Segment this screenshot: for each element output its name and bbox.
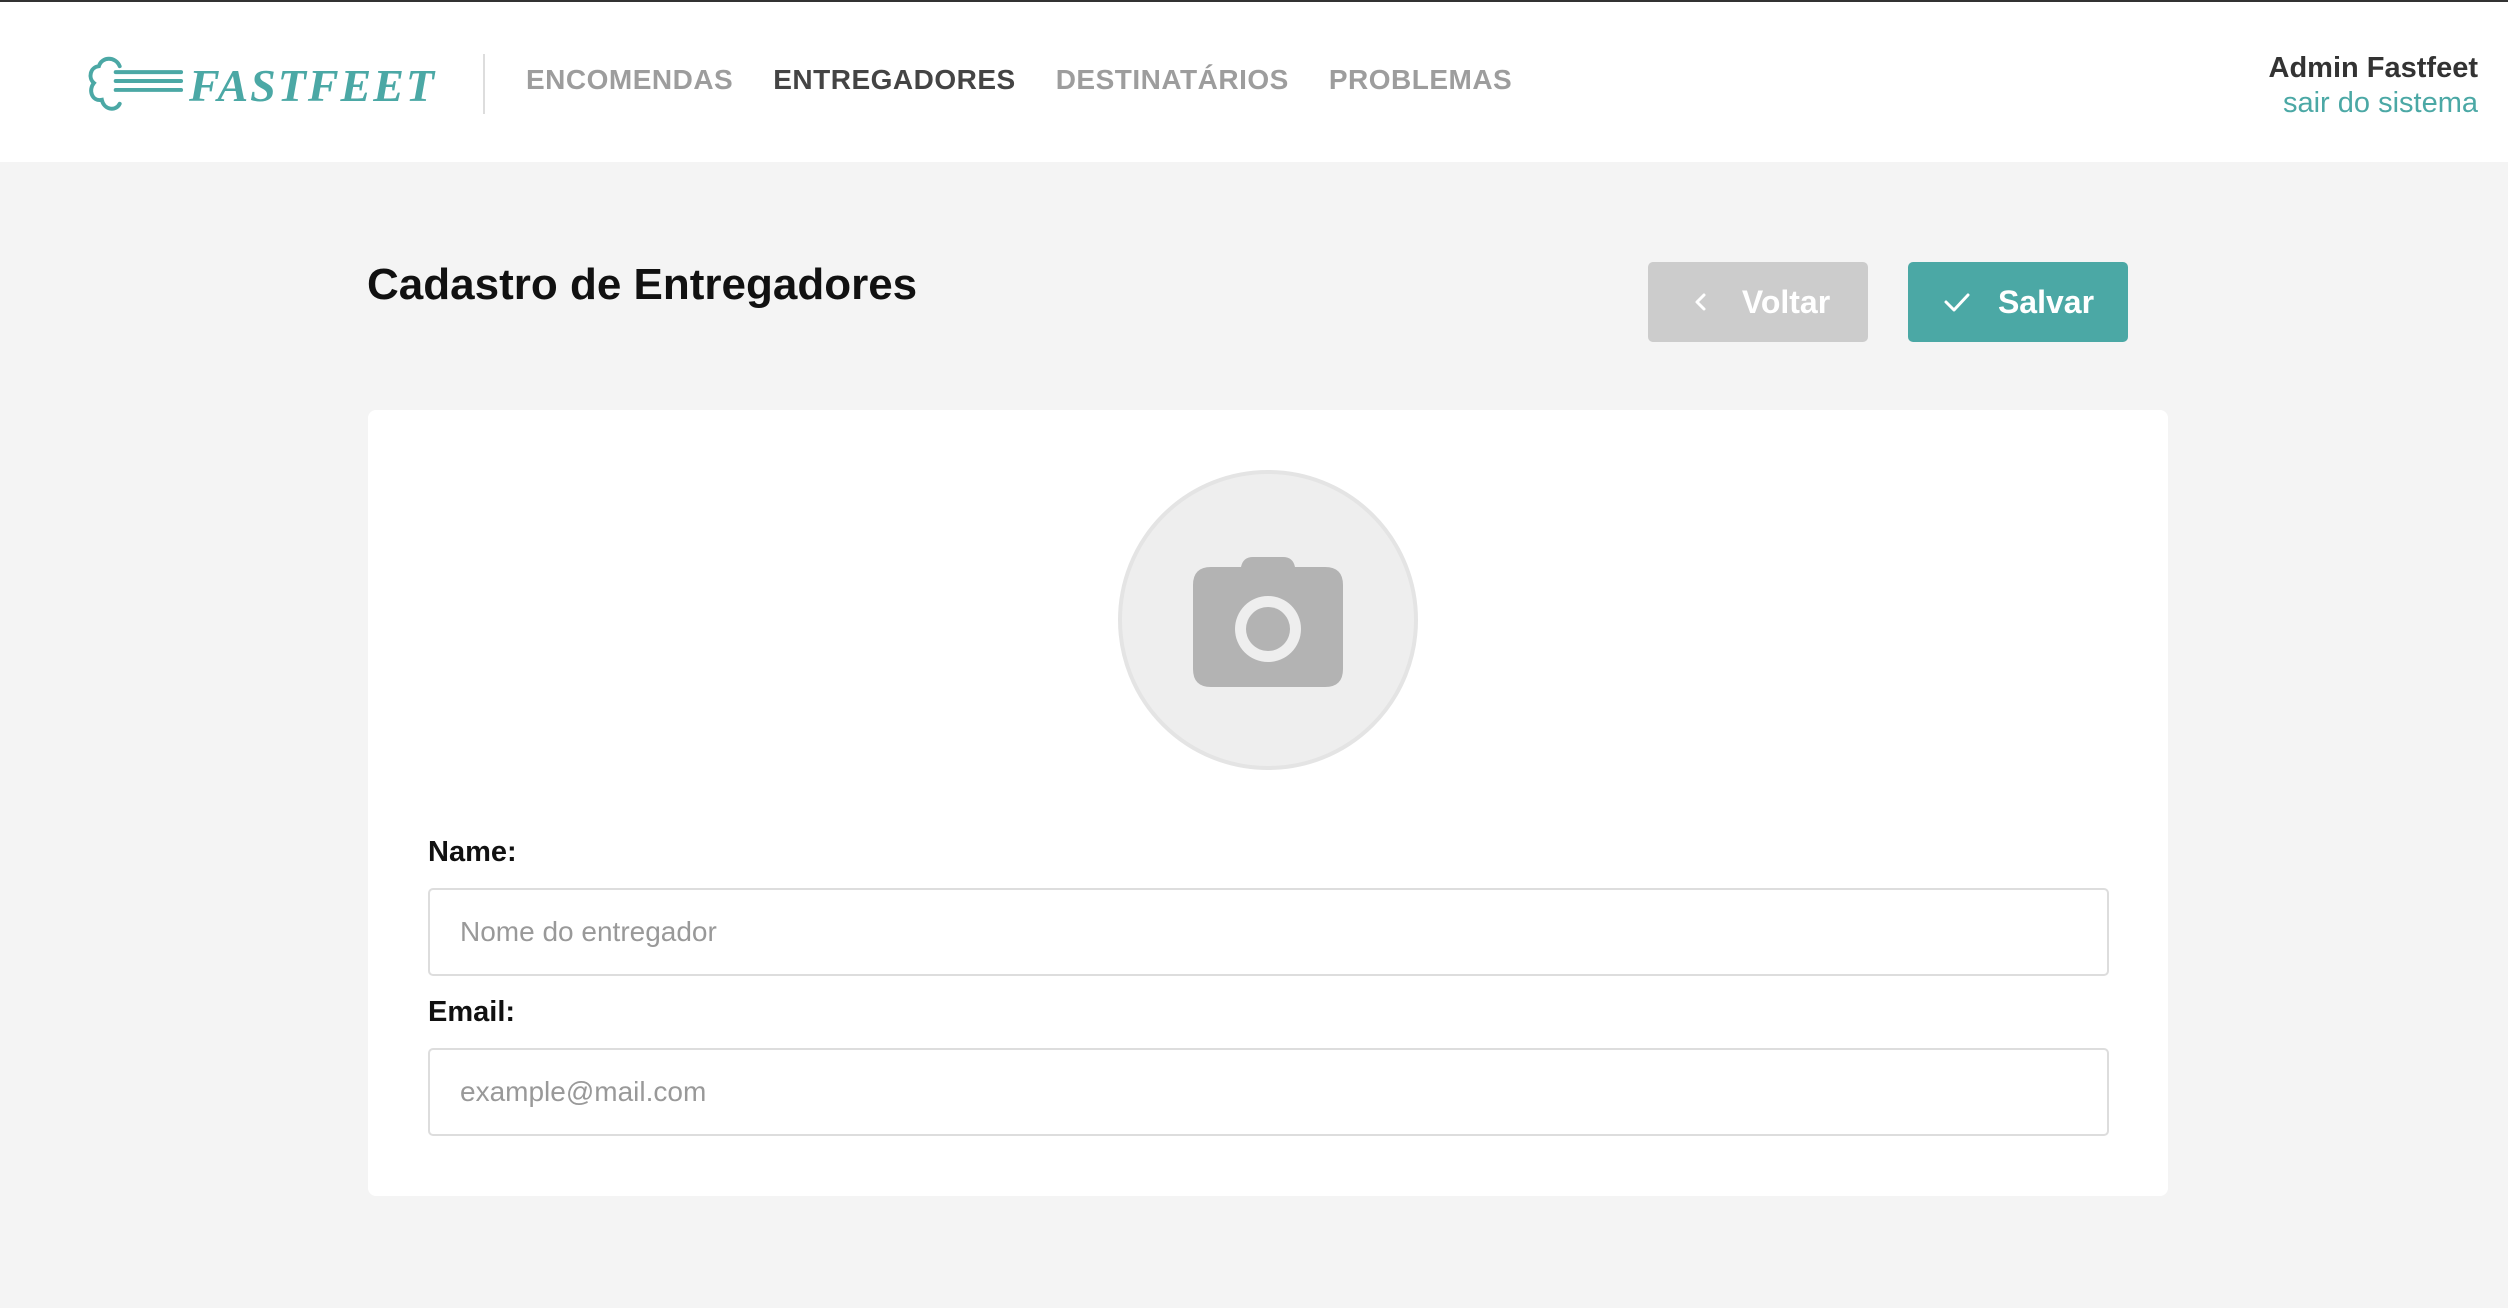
nav-item-encomendas[interactable]: ENCOMENDAS [526,64,733,96]
email-input[interactable] [428,1048,2109,1136]
main-navigation: ENCOMENDAS ENTREGADORES DESTINATÁRIOS PR… [526,64,1512,96]
nav-item-problemas[interactable]: PROBLEMAS [1329,64,1512,96]
name-label: Name: [428,836,517,868]
fastfeet-logo[interactable]: FASTFEET [86,50,436,120]
save-button-label: Salvar [1997,283,2095,320]
email-label: Email: [428,996,516,1028]
brand-name: FASTFEET [189,59,436,111]
chevron-left-icon [1686,287,1716,317]
header-divider [483,54,485,114]
courier-form-card: Name: Email: [368,410,2168,1196]
back-button-label: Voltar [1741,283,1831,320]
page-title: Cadastro de Entregadores [367,260,918,309]
delivery-truck-icon [88,56,184,111]
user-name: Admin Fastfeet [2268,52,2478,84]
name-input[interactable] [428,888,2109,976]
save-button[interactable]: Salvar [1908,262,2128,342]
avatar-upload[interactable] [1118,470,1418,770]
top-navigation-bar: FASTFEET ENCOMENDAS ENTREGADORES DESTINA… [0,0,2508,162]
user-menu: Admin Fastfeet sair do sistema [2269,52,2478,120]
nav-item-destinatarios[interactable]: DESTINATÁRIOS [1056,64,1289,96]
nav-item-entregadores[interactable]: ENTREGADORES [773,64,1015,96]
back-button[interactable]: Voltar [1648,262,1868,342]
logout-link[interactable]: sair do sistema [2269,87,2478,120]
camera-icon [1193,557,1343,687]
check-icon [1942,287,1972,317]
